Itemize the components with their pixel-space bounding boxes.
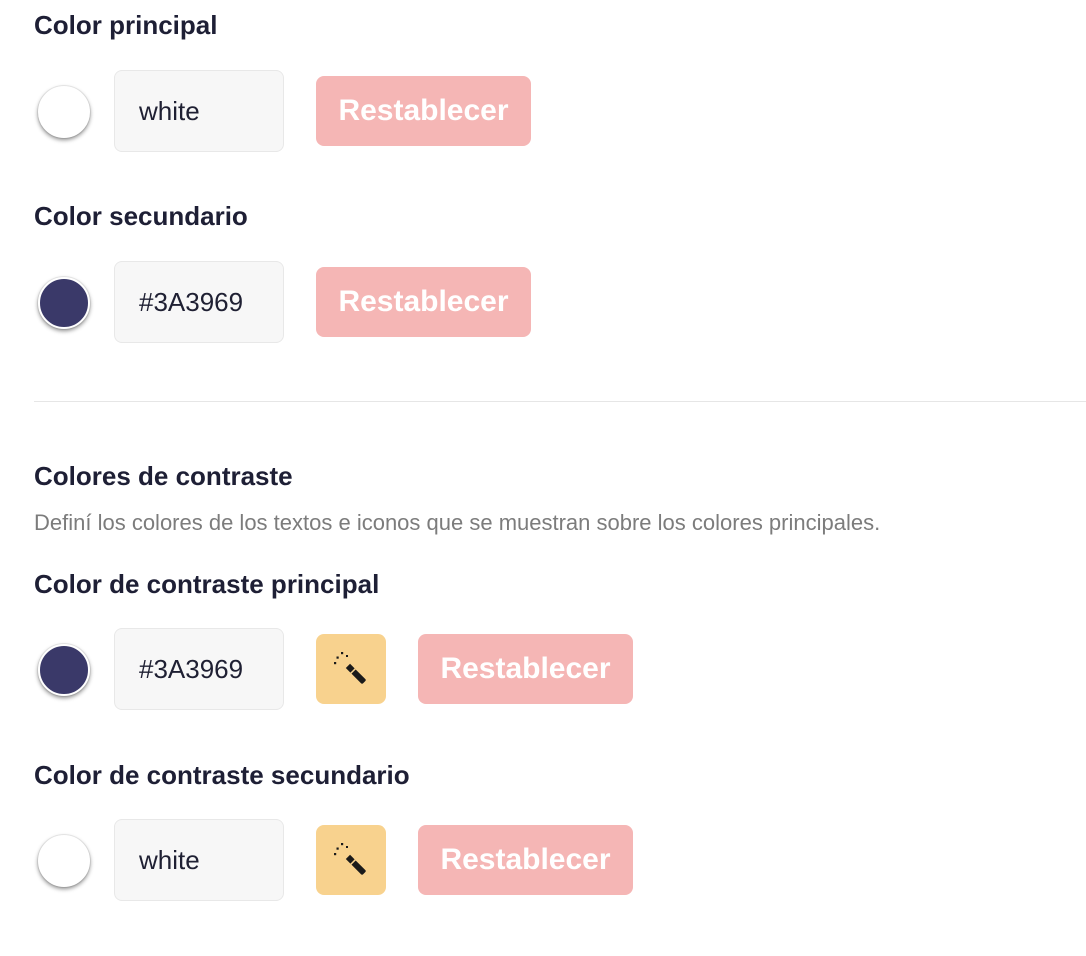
contrast-colors-heading: Colores de contraste <box>34 461 293 491</box>
secondary-color-label: Color secundario <box>34 201 248 231</box>
contrast-primary-reset-button[interactable]: Restablecer <box>418 634 633 704</box>
contrast-colors-description: Definí los colores de los textos e icono… <box>34 510 881 535</box>
primary-color-swatch[interactable] <box>38 86 90 138</box>
secondary-color-input[interactable] <box>114 261 284 343</box>
secondary-reset-button[interactable]: Restablecer <box>316 267 531 337</box>
section-divider <box>34 401 1086 402</box>
contrast-primary-swatch[interactable] <box>38 644 90 696</box>
contrast-primary-auto-button[interactable] <box>316 634 386 704</box>
primary-color-label: Color principal <box>34 10 218 40</box>
contrast-secondary-reset-button[interactable]: Restablecer <box>418 825 633 895</box>
primary-color-input[interactable] <box>114 70 284 152</box>
contrast-secondary-input[interactable] <box>114 819 284 901</box>
secondary-color-swatch[interactable] <box>38 277 90 329</box>
contrast-secondary-label: Color de contraste secundario <box>34 760 410 790</box>
magic-wand-icon <box>334 652 366 684</box>
contrast-primary-label: Color de contraste principal <box>34 569 380 599</box>
contrast-primary-input[interactable] <box>114 628 284 710</box>
contrast-secondary-auto-button[interactable] <box>316 825 386 895</box>
contrast-secondary-swatch[interactable] <box>38 835 90 887</box>
magic-wand-icon <box>334 843 366 875</box>
primary-reset-button[interactable]: Restablecer <box>316 76 531 146</box>
